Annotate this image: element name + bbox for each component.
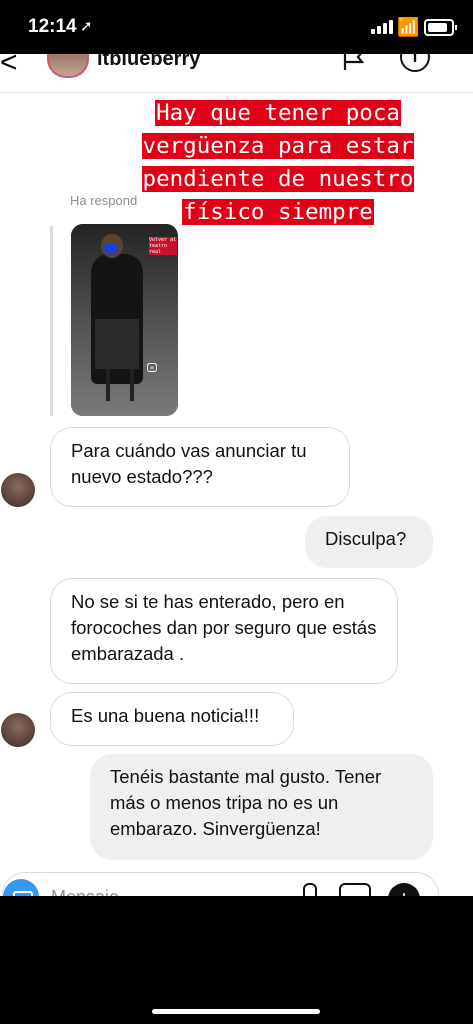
battery-icon bbox=[424, 19, 457, 36]
home-indicator[interactable] bbox=[152, 1009, 320, 1014]
story-thumbnail[interactable]: Volver al teatro real @ bbox=[71, 224, 178, 416]
sender-avatar[interactable] bbox=[1, 713, 35, 747]
info-icon[interactable]: i bbox=[400, 54, 430, 72]
caption-line: vergüenza para estar bbox=[141, 133, 415, 159]
message-bubble-incoming[interactable]: Para cuándo vas anunciar tu nuevo estado… bbox=[50, 427, 350, 507]
story-reply-label: Ha respond bbox=[70, 193, 138, 208]
story-mention-sticker: @ bbox=[147, 363, 158, 372]
contact-avatar[interactable] bbox=[47, 54, 89, 78]
gallery-icon[interactable] bbox=[339, 883, 371, 896]
cellular-signal-icon bbox=[371, 20, 393, 34]
sender-avatar[interactable] bbox=[1, 473, 35, 507]
back-arrow-icon[interactable]: < bbox=[0, 54, 18, 80]
story-caption: Hay que tener poca vergüenza para estar … bbox=[96, 97, 460, 229]
chat-screen: < itblueberry i Hay que tener poca vergü… bbox=[0, 54, 473, 896]
wifi-icon: 📶 bbox=[397, 17, 420, 37]
message-input-placeholder[interactable]: Mensaje... bbox=[51, 887, 134, 896]
bottom-bar bbox=[0, 896, 473, 1024]
add-icon[interactable]: + bbox=[388, 883, 420, 896]
story-tag: Volver al teatro real bbox=[149, 237, 177, 255]
message-bubble-incoming[interactable]: No se si te has enterado, pero en foroco… bbox=[50, 578, 398, 684]
flag-icon[interactable] bbox=[342, 54, 366, 70]
caption-line: Hay que tener poca bbox=[155, 100, 401, 126]
camera-icon[interactable] bbox=[3, 879, 39, 896]
status-bar: 12:14 ➚ 📶 bbox=[0, 0, 473, 54]
caption-line: pendiente de nuestro bbox=[141, 166, 415, 192]
caption-line: físico siempre bbox=[182, 199, 374, 225]
message-bubble-outgoing[interactable]: Disculpa? bbox=[305, 516, 433, 568]
reply-indicator-line bbox=[50, 226, 53, 416]
contact-username[interactable]: itblueberry bbox=[97, 54, 200, 71]
microphone-icon[interactable] bbox=[303, 883, 317, 896]
message-bubble-outgoing[interactable]: Tenéis bastante mal gusto. Tener más o m… bbox=[90, 754, 433, 860]
location-arrow-icon: ➚ bbox=[80, 18, 93, 35]
status-time: 12:14 bbox=[28, 16, 77, 37]
message-composer[interactable]: Mensaje... + bbox=[2, 872, 439, 896]
message-bubble-incoming[interactable]: Es una buena noticia!!! bbox=[50, 692, 294, 746]
chat-header: < itblueberry i bbox=[0, 54, 473, 93]
